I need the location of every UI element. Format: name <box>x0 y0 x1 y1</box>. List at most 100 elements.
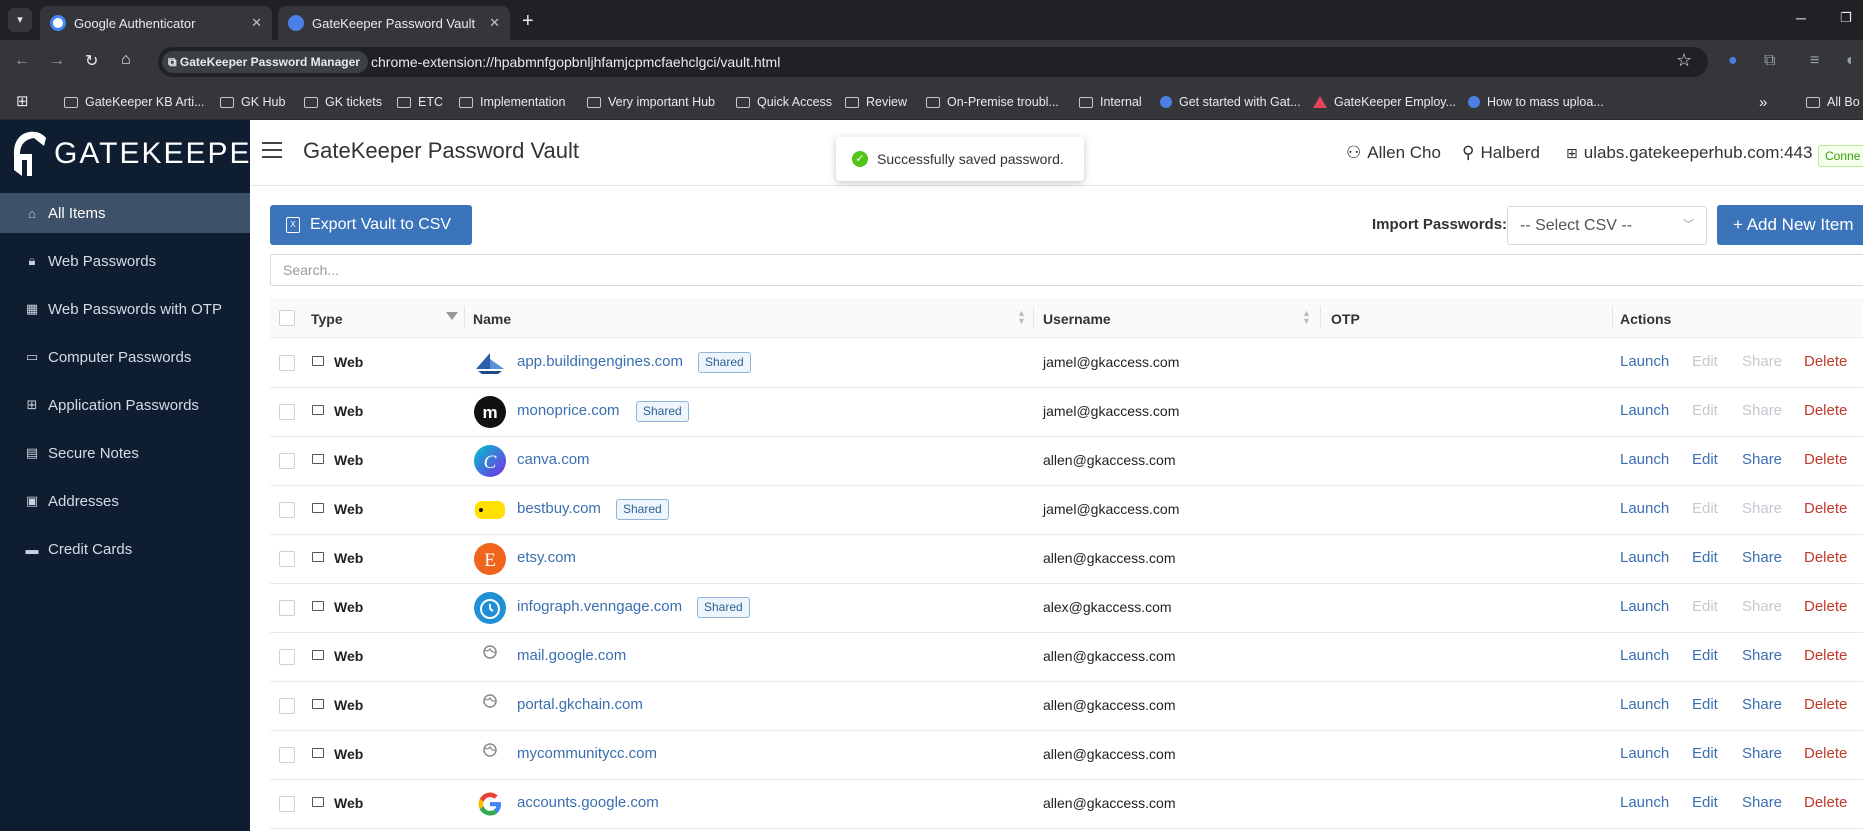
bookmark-link[interactable]: How to mass uploa... <box>1468 91 1604 113</box>
sidebar-item-web-passwords-otp[interactable]: ▦ Web Passwords with OTP <box>0 289 250 329</box>
edit-button[interactable]: Edit <box>1692 549 1718 566</box>
bookmark-link[interactable]: Get started with Gat... <box>1160 91 1301 113</box>
delete-button[interactable]: Delete <box>1804 353 1847 370</box>
bookmark-folder[interactable]: GK Hub <box>220 91 285 113</box>
delete-button[interactable]: Delete <box>1804 451 1847 468</box>
bookmark-star-icon[interactable]: ☆ <box>1676 50 1692 71</box>
row-checkbox[interactable] <box>279 551 295 567</box>
share-button[interactable]: Share <box>1742 794 1782 811</box>
share-button[interactable]: Share <box>1742 745 1782 762</box>
extensions-puzzle-icon[interactable]: ⧉ <box>1764 52 1775 70</box>
browser-tab-google-authenticator[interactable]: Google Authenticator ✕ <box>40 6 272 40</box>
search-input[interactable]: Search... <box>270 254 1863 286</box>
sidebar-item-web-passwords[interactable]: 🔒︎ Web Passwords <box>0 241 250 281</box>
sidebar-item-application-passwords[interactable]: ⊞ Application Passwords <box>0 385 250 425</box>
delete-button[interactable]: Delete <box>1804 500 1847 517</box>
launch-button[interactable]: Launch <box>1620 451 1669 468</box>
all-bookmarks-folder[interactable]: All Bo <box>1806 91 1860 113</box>
row-checkbox[interactable] <box>279 404 295 420</box>
row-checkbox[interactable] <box>279 796 295 812</box>
share-button[interactable]: Share <box>1742 549 1782 566</box>
export-vault-button[interactable]: X Export Vault to CSV <box>270 205 472 245</box>
delete-button[interactable]: Delete <box>1804 647 1847 664</box>
delete-button[interactable]: Delete <box>1804 696 1847 713</box>
new-tab-button[interactable]: + <box>522 10 534 33</box>
site-name-link[interactable]: mycommunitycc.com <box>517 745 657 762</box>
site-name-link[interactable]: infograph.venngage.com <box>517 598 682 615</box>
launch-button[interactable]: Launch <box>1620 696 1669 713</box>
site-name-link[interactable]: portal.gkchain.com <box>517 696 643 713</box>
browser-tab-gatekeeper-vault[interactable]: GateKeeper Password Vault ✕ <box>278 6 510 40</box>
row-checkbox[interactable] <box>279 453 295 469</box>
share-button[interactable]: Share <box>1742 647 1782 664</box>
edit-button[interactable]: Edit <box>1692 794 1718 811</box>
bookmark-folder[interactable]: ETC <box>397 91 443 113</box>
launch-button[interactable]: Launch <box>1620 353 1669 370</box>
delete-button[interactable]: Delete <box>1804 598 1847 615</box>
site-name-link[interactable]: bestbuy.com <box>517 500 601 517</box>
site-name-link[interactable]: mail.google.com <box>517 647 626 664</box>
more-bookmarks-button[interactable]: » <box>1759 91 1767 113</box>
share-button[interactable]: Share <box>1742 696 1782 713</box>
column-header-username[interactable]: Username <box>1043 311 1111 327</box>
site-name-link[interactable]: monoprice.com <box>517 402 620 419</box>
site-name-link[interactable]: etsy.com <box>517 549 576 566</box>
delete-button[interactable]: Delete <box>1804 745 1847 762</box>
row-checkbox[interactable] <box>279 502 295 518</box>
share-button[interactable]: Share <box>1742 451 1782 468</box>
delete-button[interactable]: Delete <box>1804 794 1847 811</box>
select-all-checkbox[interactable] <box>279 310 295 326</box>
add-new-item-button[interactable]: + Add New Item <box>1717 205 1863 245</box>
sidebar-item-secure-notes[interactable]: ▤ Secure Notes <box>0 433 250 473</box>
home-icon[interactable]: ⌂ <box>121 51 131 69</box>
bookmark-folder[interactable]: GateKeeper KB Arti... <box>64 91 205 113</box>
close-tab-icon[interactable]: ✕ <box>489 15 500 31</box>
sidebar-item-addresses[interactable]: ▣ Addresses <box>0 481 250 521</box>
user-info[interactable]: ⚇ Allen Cho <box>1346 143 1441 163</box>
row-checkbox[interactable] <box>279 698 295 714</box>
forward-icon[interactable]: → <box>49 52 65 70</box>
bookmark-folder[interactable]: Internal <box>1079 91 1142 113</box>
bookmark-folder[interactable]: Implementation <box>459 91 565 113</box>
bookmark-folder[interactable]: Very important Hub <box>587 91 715 113</box>
bookmark-folder[interactable]: Review <box>845 91 907 113</box>
launch-button[interactable]: Launch <box>1620 402 1669 419</box>
row-checkbox[interactable] <box>279 747 295 763</box>
row-checkbox[interactable] <box>279 649 295 665</box>
profile-icon[interactable]: ◐ <box>1846 52 1856 70</box>
launch-button[interactable]: Launch <box>1620 647 1669 664</box>
reading-list-icon[interactable]: ≡ <box>1810 52 1819 70</box>
launch-button[interactable]: Launch <box>1620 500 1669 517</box>
launch-button[interactable]: Launch <box>1620 549 1669 566</box>
edit-button[interactable]: Edit <box>1692 451 1718 468</box>
reload-icon[interactable]: ↻ <box>85 51 98 71</box>
gatekeeper-logo[interactable]: GATEKEEPER <box>10 130 275 178</box>
back-icon[interactable]: ← <box>14 52 30 70</box>
launch-button[interactable]: Launch <box>1620 745 1669 762</box>
csv-select-dropdown[interactable]: -- Select CSV -- ﹀ <box>1507 206 1707 245</box>
launch-button[interactable]: Launch <box>1620 794 1669 811</box>
tab-search-menu-button[interactable]: ▾ <box>8 8 32 32</box>
edit-button[interactable]: Edit <box>1692 647 1718 664</box>
delete-button[interactable]: Delete <box>1804 549 1847 566</box>
url-text[interactable]: chrome-extension://hpabmnfgopbnljhfamjcp… <box>371 54 780 70</box>
column-header-name[interactable]: Name <box>473 311 511 327</box>
bookmark-folder[interactable]: GK tickets <box>304 91 382 113</box>
column-header-type[interactable]: Type <box>311 311 343 327</box>
bookmark-link[interactable]: GateKeeper Employ... <box>1313 91 1456 113</box>
sort-icon[interactable]: ▲ ▼ <box>1302 309 1311 326</box>
sidebar-item-credit-cards[interactable]: ▬ Credit Cards <box>0 529 250 569</box>
row-checkbox[interactable] <box>279 355 295 371</box>
site-name-link[interactable]: app.buildingengines.com <box>517 353 683 370</box>
site-name-link[interactable]: canva.com <box>517 451 590 468</box>
minimize-icon[interactable]: ─ <box>1796 10 1806 26</box>
row-checkbox[interactable] <box>279 600 295 616</box>
delete-button[interactable]: Delete <box>1804 402 1847 419</box>
edit-button[interactable]: Edit <box>1692 745 1718 762</box>
sidebar-item-computer-passwords[interactable]: ▭ Computer Passwords <box>0 337 250 377</box>
extension-chip[interactable]: ⧉ GateKeeper Password Manager <box>162 51 368 73</box>
bookmark-folder[interactable]: Quick Access <box>736 91 832 113</box>
launch-button[interactable]: Launch <box>1620 598 1669 615</box>
filter-icon[interactable] <box>446 312 458 320</box>
sidebar-item-all-items[interactable]: ⌂ All Items <box>0 193 250 233</box>
